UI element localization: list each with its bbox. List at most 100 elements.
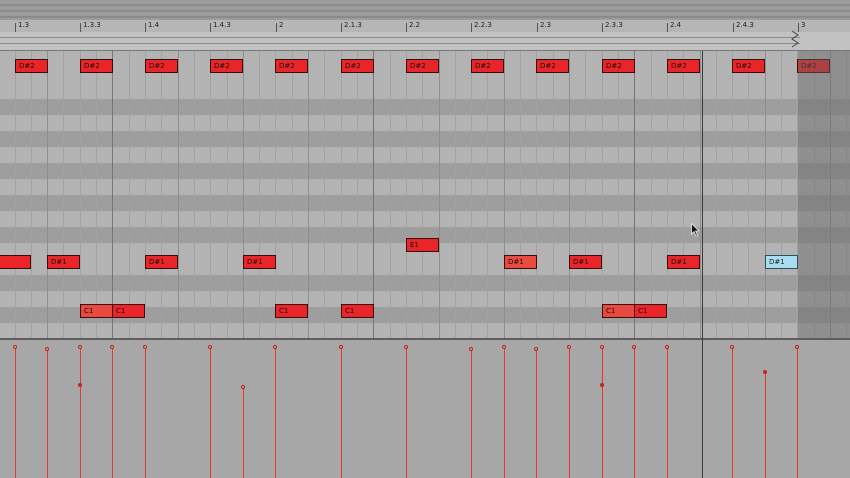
loop-line (0, 43, 800, 44)
velocity-stem[interactable] (145, 347, 146, 478)
key-lane (0, 323, 850, 338)
grid-line (259, 51, 260, 338)
velocity-handle[interactable] (45, 347, 49, 351)
velocity-handle[interactable] (143, 345, 147, 349)
velocity-stem[interactable] (732, 347, 733, 478)
velocity-handle[interactable] (534, 347, 538, 351)
velocity-handle[interactable] (13, 345, 17, 349)
midi-note[interactable]: E1 (406, 238, 439, 252)
key-lane (0, 211, 850, 227)
midi-note[interactable]: D#2 (210, 59, 243, 73)
midi-note[interactable]: D#2 (471, 59, 504, 73)
velocity-handle[interactable] (404, 345, 408, 349)
grid-line (243, 51, 244, 338)
grid-line (15, 51, 16, 338)
note-editor-grid[interactable]: D#2 D#2 D#2 D#2 D#2 D#2 D#2 D#2 D#2 D#2 D#2 D#2 D#2 D… (0, 51, 850, 338)
midi-note[interactable]: C1 (275, 304, 308, 318)
velocity-handle[interactable] (273, 345, 277, 349)
velocity-stem[interactable] (471, 349, 472, 478)
velocity-stem[interactable] (406, 347, 407, 478)
midi-note[interactable]: D#2 (536, 59, 569, 73)
midi-note[interactable]: C1 (341, 304, 374, 318)
velocity-stem[interactable] (765, 372, 766, 478)
midi-note[interactable]: D#2 (275, 59, 308, 73)
midi-note[interactable]: D#1 (47, 255, 80, 269)
velocity-handle[interactable] (763, 370, 767, 374)
velocity-handle[interactable] (600, 383, 604, 387)
ruler-tick (798, 23, 799, 32)
midi-note[interactable]: D#2 (667, 59, 700, 73)
loop-end-marker-icon[interactable] (790, 30, 802, 48)
grid-line (781, 51, 782, 338)
midi-note[interactable]: C1 (634, 304, 667, 318)
velocity-handle[interactable] (795, 345, 799, 349)
velocity-stem[interactable] (797, 347, 798, 478)
velocity-handle[interactable] (665, 345, 669, 349)
velocity-stem[interactable] (275, 347, 276, 478)
midi-note[interactable]: D#2 (145, 59, 178, 73)
outside-loop-shade (798, 51, 850, 338)
midi-note[interactable]: C1 (80, 304, 113, 318)
key-lane (0, 195, 850, 211)
midi-note[interactable]: D#1 (569, 255, 602, 269)
midi-note[interactable]: D#2 (602, 59, 635, 73)
velocity-handle[interactable] (241, 385, 245, 389)
grid-line (112, 51, 113, 338)
velocity-stem[interactable] (243, 387, 244, 478)
velocity-stem[interactable] (341, 347, 342, 478)
grid-line (487, 51, 488, 338)
grid-line (765, 51, 766, 338)
velocity-handle[interactable] (78, 345, 82, 349)
grid-line (471, 51, 472, 338)
velocity-handle[interactable] (567, 345, 571, 349)
grid-line (96, 51, 97, 338)
midi-note[interactable]: D#1 (243, 255, 276, 269)
midi-note[interactable] (0, 255, 31, 269)
velocity-stem[interactable] (112, 347, 113, 478)
midi-note[interactable]: D#2 (80, 59, 113, 73)
ruler-tick (341, 23, 342, 32)
velocity-handle[interactable] (632, 345, 636, 349)
velocity-stem[interactable] (569, 347, 570, 478)
velocity-stem[interactable] (634, 347, 635, 478)
key-lane (0, 147, 850, 163)
velocity-editor-lane[interactable] (0, 340, 850, 478)
grid-line (292, 51, 293, 338)
velocity-handle[interactable] (208, 345, 212, 349)
velocity-handle[interactable] (339, 345, 343, 349)
key-lane (0, 115, 850, 131)
grid-line (275, 51, 276, 338)
velocity-stem[interactable] (536, 349, 537, 478)
midi-note[interactable]: D#2 (732, 59, 765, 73)
midi-note[interactable]: D#2 (15, 59, 48, 73)
midi-note[interactable]: D#1 (504, 255, 537, 269)
velocity-stem[interactable] (80, 385, 81, 478)
midi-note[interactable]: D#1 (765, 255, 798, 269)
velocity-stem[interactable] (504, 347, 505, 478)
grid-line (194, 51, 195, 338)
ruler-label: 2.2.3 (474, 21, 492, 29)
velocity-stem[interactable] (667, 347, 668, 478)
velocity-stem[interactable] (15, 347, 16, 478)
loop-brace-strip[interactable] (0, 32, 850, 51)
midi-note[interactable]: C1 (602, 304, 635, 318)
velocity-handle[interactable] (730, 345, 734, 349)
key-lane (0, 275, 850, 291)
midi-note[interactable]: D#2 (406, 59, 439, 73)
velocity-handle[interactable] (502, 345, 506, 349)
midi-note[interactable]: D#1 (667, 255, 700, 269)
midi-note[interactable]: D#1 (145, 255, 178, 269)
grid-line (602, 51, 603, 338)
velocity-handle[interactable] (469, 347, 473, 351)
midi-note[interactable]: C1 (112, 304, 145, 318)
grid-line (716, 51, 717, 338)
velocity-stem[interactable] (602, 385, 603, 478)
velocity-stem[interactable] (210, 347, 211, 478)
velocity-stem[interactable] (47, 349, 48, 478)
velocity-handle[interactable] (78, 383, 82, 387)
midi-note[interactable]: D#2 (341, 59, 374, 73)
velocity-handle[interactable] (600, 345, 604, 349)
grid-line (422, 51, 423, 338)
velocity-handle[interactable] (110, 345, 114, 349)
ruler-tick (276, 23, 277, 32)
